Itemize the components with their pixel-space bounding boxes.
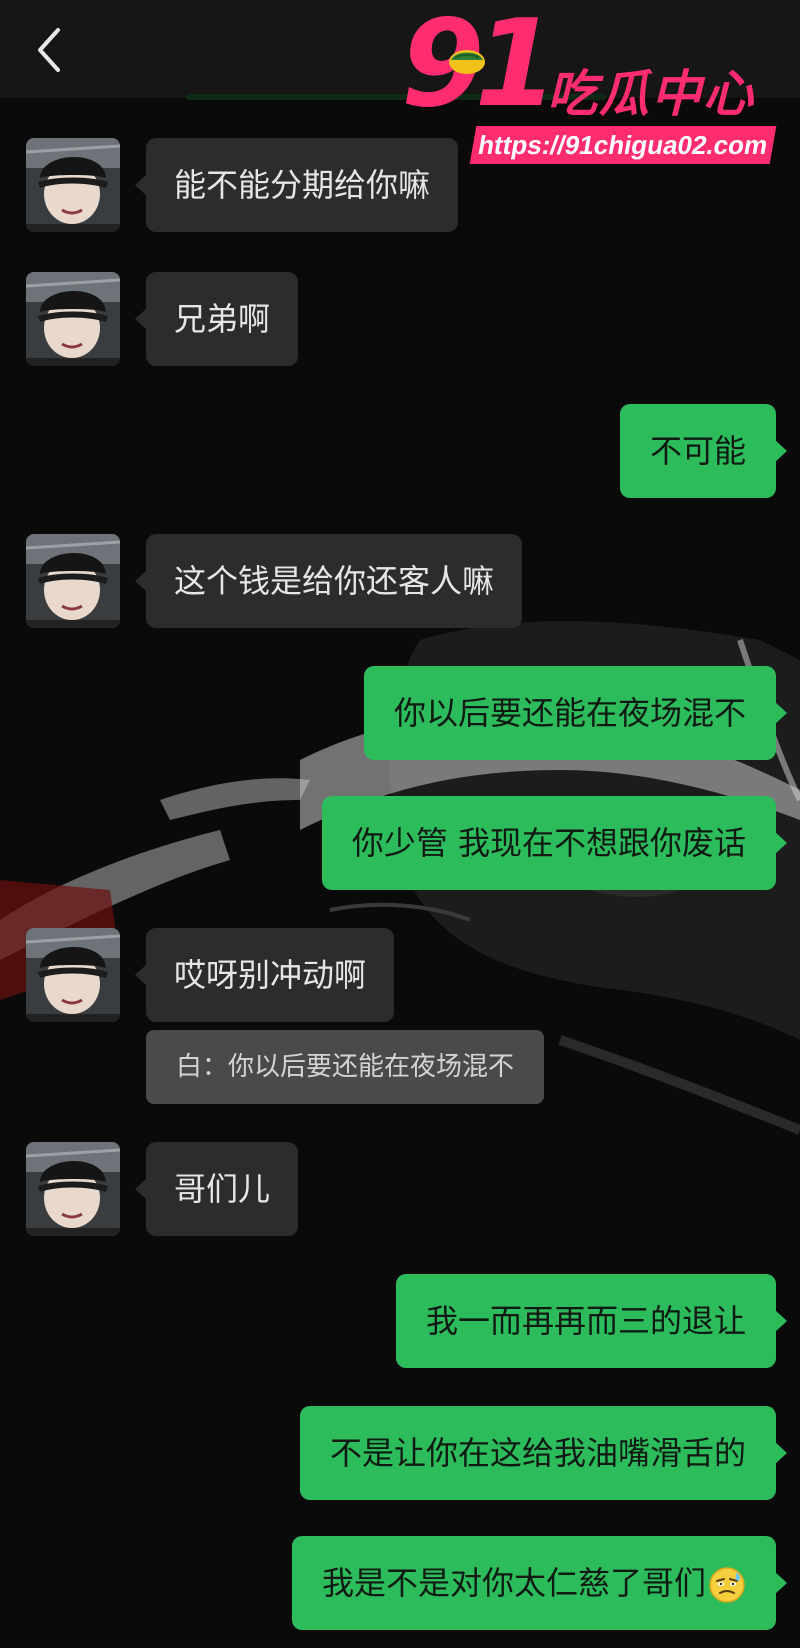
message-text: 我是不是对你太仁慈了哥们 xyxy=(321,1564,706,1602)
melon-icon xyxy=(449,50,485,74)
quoted-reply[interactable]: 白：你以后要还能在夜场混不 xyxy=(146,1030,545,1104)
back-button[interactable] xyxy=(28,24,72,76)
message-bubble-outgoing[interactable]: 你少管 我现在不想跟你废话 xyxy=(321,796,788,890)
watermark-name: 吃瓜中心 xyxy=(547,65,755,123)
message-bubble-incoming[interactable]: 哥们儿 xyxy=(134,1142,299,1236)
message-bubble-outgoing[interactable]: 不可能 xyxy=(619,404,788,498)
sweat-smile-icon xyxy=(709,1567,745,1603)
message-bubble-outgoing[interactable]: 我是不是对你太仁慈了哥们 xyxy=(291,1536,788,1630)
contact-avatar[interactable] xyxy=(26,928,120,1022)
watermark-url: https://91chigua02.com xyxy=(469,126,777,164)
watermark-logo: 91 吃瓜中心 https://91chigua02.com xyxy=(395,0,790,164)
message-bubble-incoming[interactable]: 兄弟啊 xyxy=(134,272,299,366)
avatar-image xyxy=(26,272,120,366)
message-bubble-incoming[interactable]: 这个钱是给你还客人嘛 xyxy=(134,534,523,628)
message-bubble-outgoing[interactable]: 你以后要还能在夜场混不 xyxy=(363,666,788,760)
avatar-image xyxy=(26,138,120,232)
message-bubble-outgoing[interactable]: 我一而再再而三的退让 xyxy=(395,1274,788,1368)
message-bubble-incoming[interactable]: 哎呀别冲动啊 xyxy=(134,928,395,1022)
contact-avatar[interactable] xyxy=(26,1142,120,1236)
chevron-left-icon xyxy=(38,28,60,72)
message-bubble-outgoing[interactable]: 不是让你在这给我油嘴滑舌的 xyxy=(299,1406,788,1500)
chat-screen: 能不能分期给你嘛 兄弟啊 不可能 这个钱是给你还客人嘛 你以后要还能在夜场混不 … xyxy=(0,0,800,1648)
avatar-image xyxy=(26,534,120,628)
contact-avatar[interactable] xyxy=(26,138,120,232)
avatar-image xyxy=(26,1142,120,1236)
contact-avatar[interactable] xyxy=(26,272,120,366)
contact-avatar[interactable] xyxy=(26,534,120,628)
avatar-image xyxy=(26,928,120,1022)
